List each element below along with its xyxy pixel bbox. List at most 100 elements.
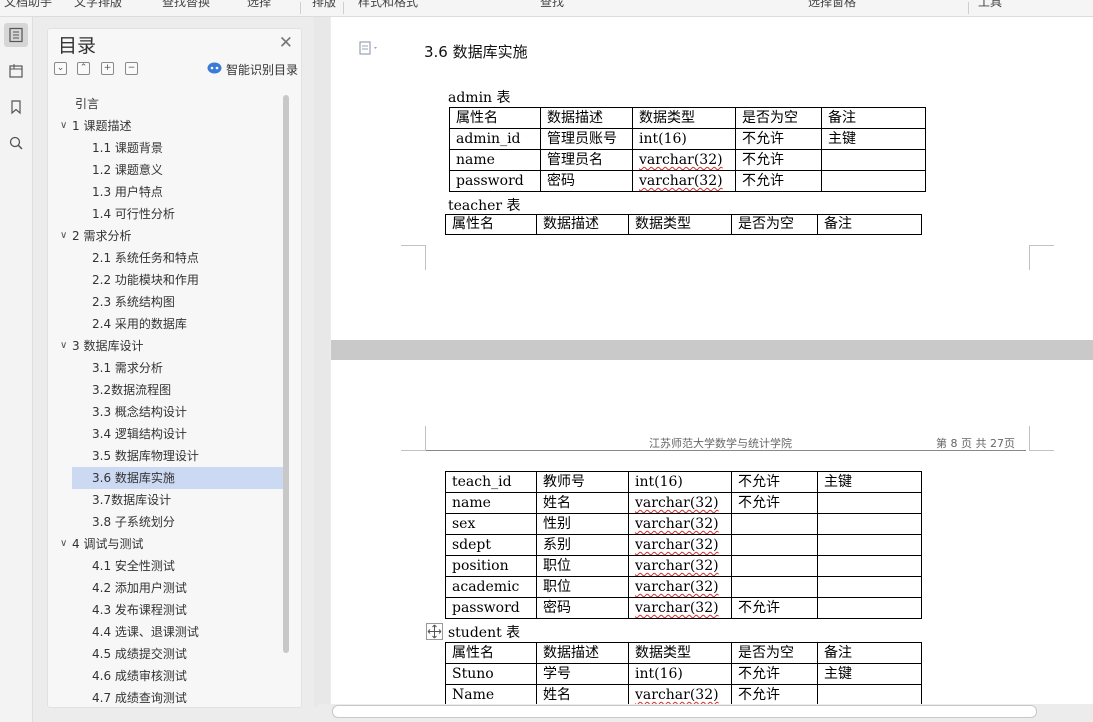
toc-item[interactable]: 4.4 选课、退课测试 xyxy=(72,621,284,643)
toc-item[interactable]: 4.3 发布课程测试 xyxy=(72,599,284,621)
table-cell: 密码 xyxy=(540,170,633,192)
toolbar-item[interactable]: 排版 xyxy=(312,0,336,10)
chevron-down-icon[interactable]: ∨ xyxy=(60,533,67,555)
table-cell: 学号 xyxy=(536,663,629,685)
table-cell: varchar(32) xyxy=(628,555,732,577)
bookmark-icon[interactable] xyxy=(4,95,28,119)
toolbar-item[interactable]: 文字排版 xyxy=(74,0,122,10)
table-cell: 属性名 xyxy=(445,214,537,235)
chevron-down-icon[interactable]: ∨ xyxy=(60,335,67,357)
page-outline-icon[interactable] xyxy=(359,41,381,58)
table-row: academic 职位 varchar(32) xyxy=(445,576,922,598)
toolbar-item[interactable]: 工具 xyxy=(978,0,1002,10)
minus-icon[interactable]: − xyxy=(125,62,138,75)
crop-mark xyxy=(401,245,426,270)
table-cell-text: 不允许 xyxy=(738,666,780,682)
toc-icon[interactable] xyxy=(4,23,28,47)
smart-toc-button[interactable]: 智能识别目录 xyxy=(207,61,298,78)
toolbar-item[interactable]: 选择 xyxy=(247,0,271,10)
table-cell: 属性名 xyxy=(449,107,541,129)
table-cell: 属性名 xyxy=(445,642,537,664)
table-cell-text: 数据描述 xyxy=(547,110,603,126)
toc-item[interactable]: 3.3 概念结构设计 xyxy=(72,401,284,423)
toc-item-selected[interactable]: 3.6 数据库实施 xyxy=(72,467,284,489)
toc-item[interactable]: 4.5 成绩提交测试 xyxy=(72,643,284,665)
table-row: Name 姓名 varchar(32) 不允许 xyxy=(445,684,922,706)
toc-item[interactable]: 4.1 安全性测试 xyxy=(72,555,284,577)
toc-scrollbar[interactable] xyxy=(283,95,289,653)
table-cell-text: 职位 xyxy=(543,558,571,574)
table-cell xyxy=(817,492,922,514)
toc-item[interactable]: 4.7 成绩查询测试 xyxy=(72,687,284,705)
toc-item[interactable]: ∨ 4 调试与测试 xyxy=(60,533,284,555)
toc-item[interactable]: 2.1 系统任务和特点 xyxy=(72,247,284,269)
close-icon[interactable]: ✕ xyxy=(279,33,293,53)
navigation-icon[interactable] xyxy=(4,59,28,83)
table-cell: 职位 xyxy=(536,576,629,598)
scrollbar-thumb[interactable] xyxy=(332,705,1037,718)
table-cell: varchar(32) xyxy=(628,576,732,598)
move-icon[interactable] xyxy=(426,623,443,640)
table-cell xyxy=(731,555,818,577)
table-row: password 密码 varchar(32) 不允许 xyxy=(445,597,922,619)
table-cell-text: teach_id xyxy=(452,474,512,490)
toc-item[interactable]: 1.4 可行性分析 xyxy=(72,203,284,225)
table-cell-text: 数据类型 xyxy=(635,216,691,232)
table-cell: 数据描述 xyxy=(536,214,629,235)
table-cell xyxy=(731,513,818,535)
table-cell-text: sex xyxy=(452,516,476,532)
toc-item[interactable]: 2.4 采用的数据库 xyxy=(72,313,284,335)
chevron-down-icon[interactable]: ⌄ xyxy=(54,62,67,75)
toc-item[interactable]: 2.3 系统结构图 xyxy=(72,291,284,313)
table-cell-text: varchar(32) xyxy=(635,579,719,595)
toolbar-item[interactable]: 选择窗格 xyxy=(808,0,856,10)
toc-panel: 目录 ✕ ⌄ ⌃ + − 智能识别目录 引言 ∨ 1 课题描述 1.1 课题背景 … xyxy=(47,28,302,708)
page-header-number: 第 8 页 共 27页 xyxy=(936,437,1015,450)
document-area: 3.6 数据库实施 admin 表 属性名 数据描述 数据类型 是否为空 备注 admin… xyxy=(331,17,1093,707)
toc-item[interactable]: ∨ 3 数据库设计 xyxy=(60,335,284,357)
chevron-up-icon[interactable]: ⌃ xyxy=(77,62,90,75)
chevron-down-icon[interactable]: ∨ xyxy=(60,225,67,247)
toc-item[interactable]: 引言 xyxy=(72,93,284,115)
toc-item[interactable]: 3.2数据流程图 xyxy=(72,379,284,401)
toc-item[interactable]: ∨ 2 需求分析 xyxy=(60,225,284,247)
toolbar-item[interactable]: 样式和格式 xyxy=(358,0,418,10)
table-cell: 不允许 xyxy=(735,128,822,150)
table-cell: 姓名 xyxy=(536,492,629,514)
chevron-down-icon[interactable]: ∨ xyxy=(60,115,67,137)
table-cell-text: 密码 xyxy=(543,600,571,616)
toc-item[interactable]: 4.2 添加用户测试 xyxy=(72,577,284,599)
search-icon[interactable] xyxy=(4,131,28,155)
page-header-rule xyxy=(426,450,1026,451)
toolbar-item[interactable]: 文档助手 xyxy=(4,0,52,10)
toc-item[interactable]: 1.2 课题意义 xyxy=(72,159,284,181)
horizontal-scrollbar[interactable] xyxy=(318,704,1093,718)
panel-splitter[interactable] xyxy=(314,17,330,707)
table-cell: name xyxy=(449,149,541,171)
table-cell: 主键 xyxy=(821,128,926,150)
table-cell-text: varchar(32) xyxy=(639,152,723,168)
toc-item[interactable]: 1.1 课题背景 xyxy=(72,137,284,159)
toc-item[interactable]: 3.8 子系统划分 xyxy=(72,511,284,533)
crop-mark xyxy=(1029,245,1054,270)
table-cell-text: 姓名 xyxy=(543,687,571,703)
table-cell-text: Name xyxy=(452,687,495,703)
table-cell: int(16) xyxy=(632,128,736,150)
table-cell: 不允许 xyxy=(731,663,818,685)
toolbar-item[interactable]: 查找 xyxy=(540,0,564,10)
plus-icon[interactable]: + xyxy=(101,62,114,75)
table-cell: int(16) xyxy=(628,471,732,493)
toc-item[interactable]: 3.5 数据库物理设计 xyxy=(72,445,284,467)
toc-item[interactable]: 2.2 功能模块和作用 xyxy=(72,269,284,291)
smart-assistant-icon xyxy=(207,62,222,77)
toc-item[interactable]: 1.3 用户特点 xyxy=(72,181,284,203)
toc-item[interactable]: 3.4 逻辑结构设计 xyxy=(72,423,284,445)
crop-mark xyxy=(401,426,426,451)
toc-item[interactable]: 3.7数据库设计 xyxy=(72,489,284,511)
toolbar-item[interactable]: 查找替换 xyxy=(162,0,210,10)
table-cell-text: 数据类型 xyxy=(635,645,691,661)
table-cell-text: 数据描述 xyxy=(543,216,599,232)
toc-item[interactable]: ∨ 1 课题描述 xyxy=(60,115,284,137)
toc-item[interactable]: 4.6 成绩审核测试 xyxy=(72,665,284,687)
toc-item[interactable]: 3.1 需求分析 xyxy=(72,357,284,379)
